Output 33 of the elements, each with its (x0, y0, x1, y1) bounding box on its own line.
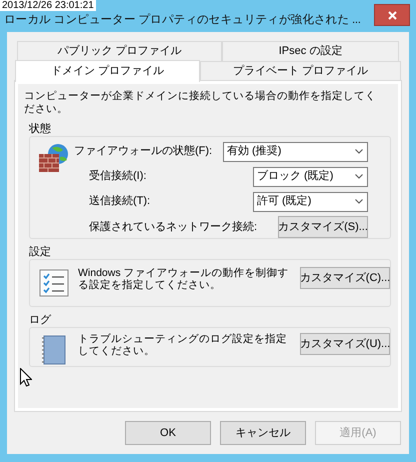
field-label: ファイアウォールの状態(F): (74, 144, 214, 160)
group-title: ログ (28, 313, 52, 327)
customize-button[interactable]: カスタマイズ(S)... (278, 216, 368, 238)
group-title: 設定 (28, 245, 52, 259)
field-label: 送信接続(T): (89, 194, 152, 210)
checklist-icon (39, 269, 69, 297)
customize-button[interactable]: カスタマイズ(U)... (300, 333, 390, 355)
chevron-down-icon (355, 174, 363, 179)
dialog-button[interactable]: キャンセル (220, 421, 306, 445)
chevron-down-icon (355, 149, 363, 154)
tab[interactable]: ドメイン プロファイル (15, 60, 200, 82)
chevron-down-icon (355, 199, 363, 204)
field-label: 受信接続(I): (89, 168, 148, 184)
window-title: ローカル コンピューター プロパティのセキュリティが強化された ... (4, 13, 361, 28)
tab[interactable]: パブリック プロファイル (17, 41, 222, 61)
cursor-icon (20, 368, 32, 387)
close-button[interactable] (374, 4, 410, 26)
tab[interactable]: プライベート プロファイル (200, 61, 401, 81)
group-title: 状態 (28, 122, 52, 136)
dialog-button[interactable]: OK (125, 421, 211, 445)
description-text: コンピューターが企業ドメインに接続している場合の動作を指定してください。 (24, 90, 377, 116)
brick-wall-globe-icon (38, 143, 70, 173)
close-icon (388, 10, 396, 20)
group-description: トラブルシューティングのログ設定を指定してください。 (78, 333, 288, 357)
timestamp: 2013/12/26 23:01:21 (0, 0, 96, 11)
notebook-icon (42, 335, 66, 365)
dropdown[interactable]: 許可 (既定) (253, 192, 368, 212)
tab[interactable]: IPsec の設定 (222, 41, 399, 61)
dropdown[interactable]: 有効 (推奨) (223, 142, 368, 162)
dropdown[interactable]: ブロック (既定) (253, 166, 368, 186)
customize-button[interactable]: カスタマイズ(C)... (300, 267, 390, 289)
field-label: 保護されているネットワーク接続: (89, 220, 258, 235)
group-description: Windows ファイアウォールの動作を制御する設定を指定してください。 (78, 267, 290, 291)
